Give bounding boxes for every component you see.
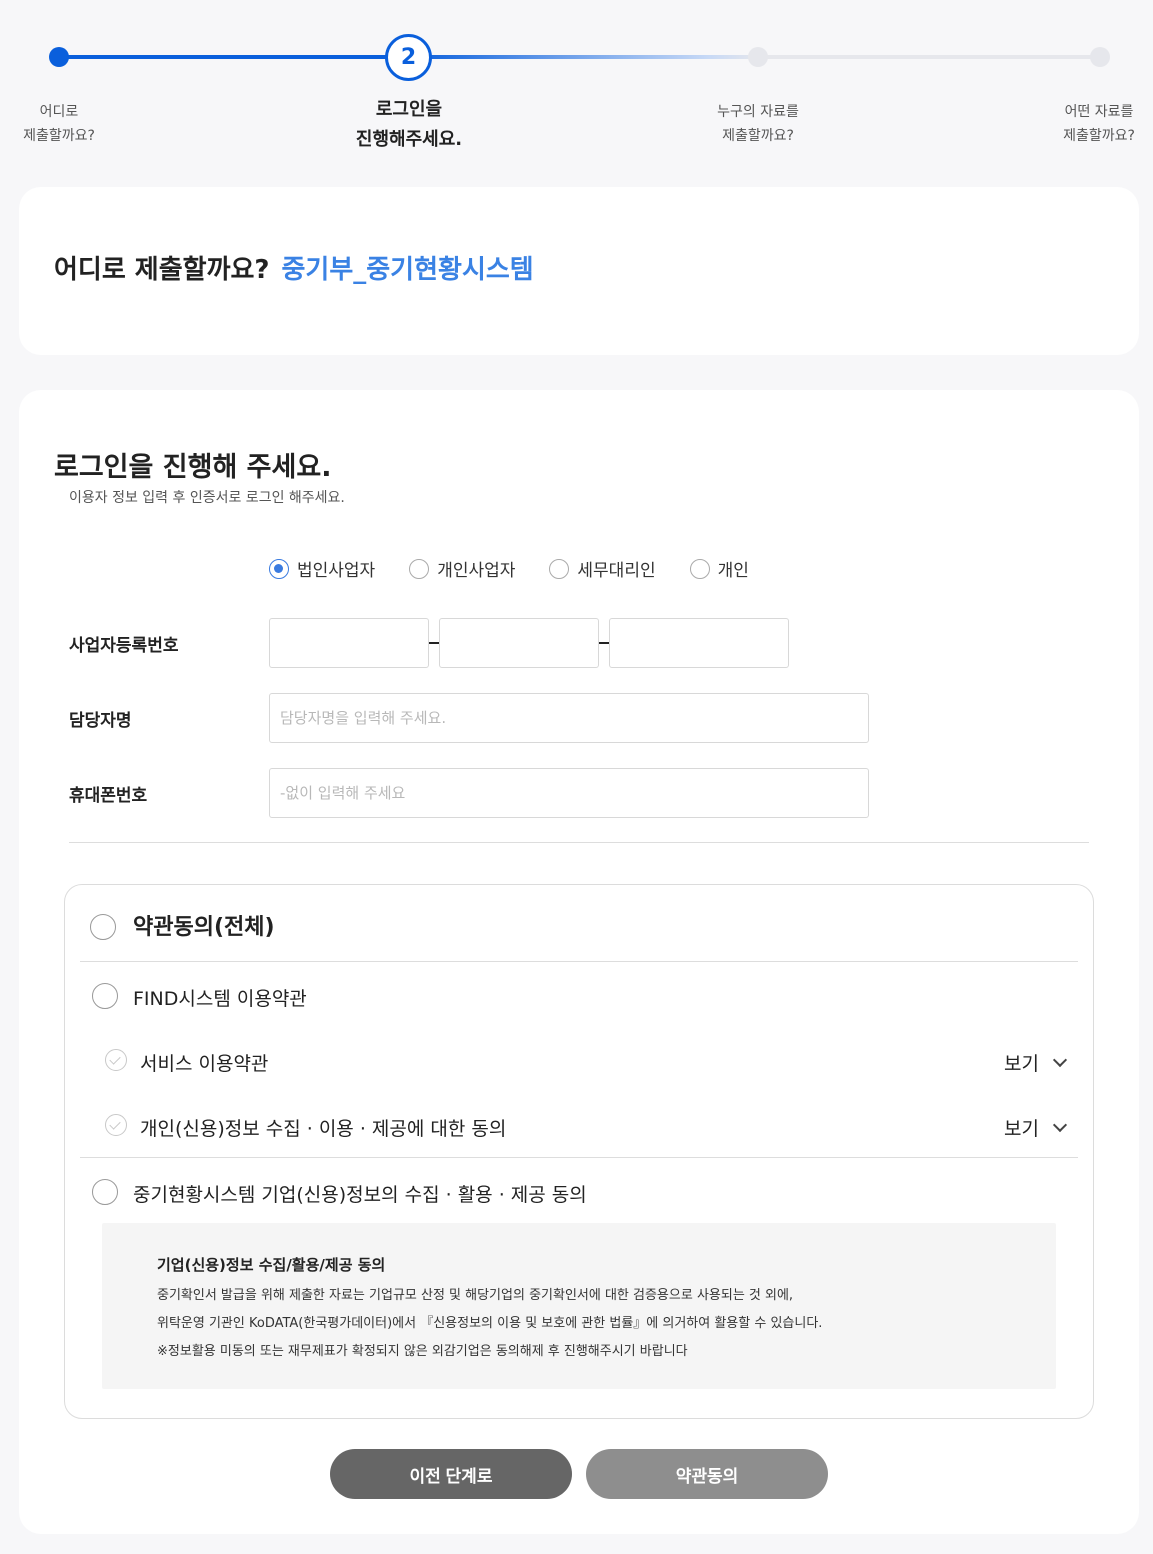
agree-all-label[interactable]: 약관동의(전체)	[133, 909, 275, 941]
login-title: 로그인을 진행해 주세요.	[54, 452, 332, 483]
radio-tax-agent-label: 세무대리인	[577, 561, 656, 581]
view-label: 보기	[1004, 1053, 1039, 1075]
radio-individual-business[interactable]: 개인사업자	[409, 556, 515, 581]
biz-number-dash	[429, 642, 439, 644]
step-3-label-line2: 제출할까요?	[722, 128, 794, 144]
credit-info-notice: 기업(신용)정보 수집/활용/제공 동의 중기확인서 발급을 위해 제출한 자료…	[102, 1223, 1056, 1389]
notice-line-2: 위탁운영 기관인 KoDATA(한국평가데이터)에서 『신용정보의 이용 및 보…	[157, 1316, 823, 1331]
step-1-label: 어디로 제출할까요?	[0, 100, 118, 148]
stepper-track-progress	[410, 55, 760, 59]
privacy-terms-label[interactable]: 개인(신용)정보 수집 · 이용 · 제공에 대한 동의	[140, 1114, 506, 1141]
prev-step-button[interactable]: 이전 단계로	[330, 1449, 572, 1499]
notice-line-1: 중기확인서 발급을 위해 제출한 자료는 기업규모 산정 및 해당기업의 중기확…	[157, 1288, 794, 1303]
radio-individual-indicator[interactable]	[689, 558, 710, 579]
notice-line-3: ※정보활용 미동의 또는 재무제표가 확정되지 않은 외감기업은 동의해제 후 …	[157, 1344, 688, 1359]
stepper-track-remaining	[760, 55, 1100, 59]
step-2-label-line1: 로그인을	[375, 99, 443, 120]
step-3-label-line1: 누구의 자료를	[717, 104, 799, 120]
agree-terms-button[interactable]: 약관동의	[586, 1449, 828, 1499]
form-divider	[69, 842, 1089, 843]
step-2-label: 로그인을 진행해주세요.	[330, 95, 488, 155]
step-4-label: 어떤 자료를 제출할까요?	[1045, 100, 1153, 148]
radio-corporate[interactable]: 법인사업자	[269, 556, 375, 581]
destination-value: 중기부_중기현황시스템	[281, 255, 534, 285]
login-card: 로그인을 진행해 주세요. 이용자 정보 입력 후 인증서로 로그인 해주세요.…	[19, 390, 1139, 1534]
service-terms-label[interactable]: 서비스 이용약관	[140, 1049, 268, 1076]
chevron-down-icon	[1052, 1052, 1068, 1068]
step-2-current-badge: 2	[385, 34, 432, 81]
biz-number-input-1[interactable]	[269, 618, 429, 668]
privacy-terms-check-icon[interactable]	[105, 1114, 127, 1136]
radio-corporate-label: 법인사업자	[297, 561, 376, 581]
biz-number-input-3[interactable]	[609, 618, 789, 668]
step-2-label-line2: 진행해주세요.	[355, 129, 463, 150]
phone-number-label: 휴대폰번호	[69, 786, 148, 806]
radio-individual-business-label: 개인사업자	[437, 561, 516, 581]
stepper-track-done	[60, 55, 410, 59]
step-4-label-line2: 제출할까요?	[1063, 128, 1135, 144]
step-4-dot	[1090, 47, 1110, 67]
step-1-label-line2: 제출할까요?	[23, 128, 95, 144]
service-terms-check-icon[interactable]	[105, 1049, 127, 1071]
terms-divider	[80, 1157, 1078, 1158]
find-terms-checkbox[interactable]	[92, 983, 118, 1009]
terms-agreement-box: 약관동의(전체) FIND시스템 이용약관 서비스 이용약관 보기 개인(신용)…	[64, 884, 1094, 1419]
login-subtitle: 이용자 정보 입력 후 인증서로 로그인 해주세요.	[69, 490, 345, 506]
destination-card: 어디로 제출할까요? 중기부_중기현황시스템	[19, 187, 1139, 355]
radio-tax-agent[interactable]: 세무대리인	[549, 556, 656, 581]
radio-individual-business-indicator[interactable]	[409, 558, 430, 579]
system-terms-label[interactable]: 중기현황시스템 기업(신용)정보의 수집 · 활용 · 제공 동의	[133, 1180, 587, 1207]
manager-name-label: 담당자명	[69, 711, 132, 731]
notice-title: 기업(신용)정보 수집/활용/제공 동의	[157, 1256, 386, 1274]
agree-all-checkbox[interactable]	[90, 914, 116, 940]
manager-name-input[interactable]	[269, 693, 869, 743]
phone-number-input[interactable]	[269, 768, 869, 818]
step-3-dot	[748, 47, 768, 67]
user-type-radio-group: 법인사업자 개인사업자 세무대리인 개인	[269, 556, 783, 581]
step-3-label: 누구의 자료를 제출할까요?	[688, 100, 828, 148]
destination-label: 어디로 제출할까요?	[54, 255, 270, 285]
privacy-terms-view-button[interactable]: 보기	[1004, 1114, 1068, 1141]
find-terms-label[interactable]: FIND시스템 이용약관	[133, 984, 307, 1011]
radio-individual-label: 개인	[717, 561, 749, 581]
radio-corporate-indicator[interactable]	[269, 558, 289, 579]
step-4-label-line1: 어떤 자료를	[1064, 104, 1134, 120]
biz-number-label: 사업자등록번호	[69, 636, 179, 656]
destination-heading: 어디로 제출할까요? 중기부_중기현황시스템	[54, 249, 534, 286]
biz-number-input-2[interactable]	[439, 618, 599, 668]
progress-stepper: 2 어디로 제출할까요? 로그인을 진행해주세요. 누구의 자료를 제출할까요?…	[0, 0, 1153, 180]
view-label: 보기	[1004, 1118, 1039, 1140]
service-terms-view-button[interactable]: 보기	[1004, 1049, 1068, 1076]
biz-number-dash	[599, 642, 609, 644]
terms-divider	[80, 961, 1078, 962]
radio-individual[interactable]: 개인	[689, 556, 749, 581]
step-1-dot	[49, 47, 69, 67]
system-terms-checkbox[interactable]	[92, 1179, 118, 1205]
step-1-label-line1: 어디로	[39, 104, 79, 120]
chevron-down-icon	[1052, 1117, 1068, 1133]
radio-tax-agent-indicator[interactable]	[549, 558, 570, 579]
